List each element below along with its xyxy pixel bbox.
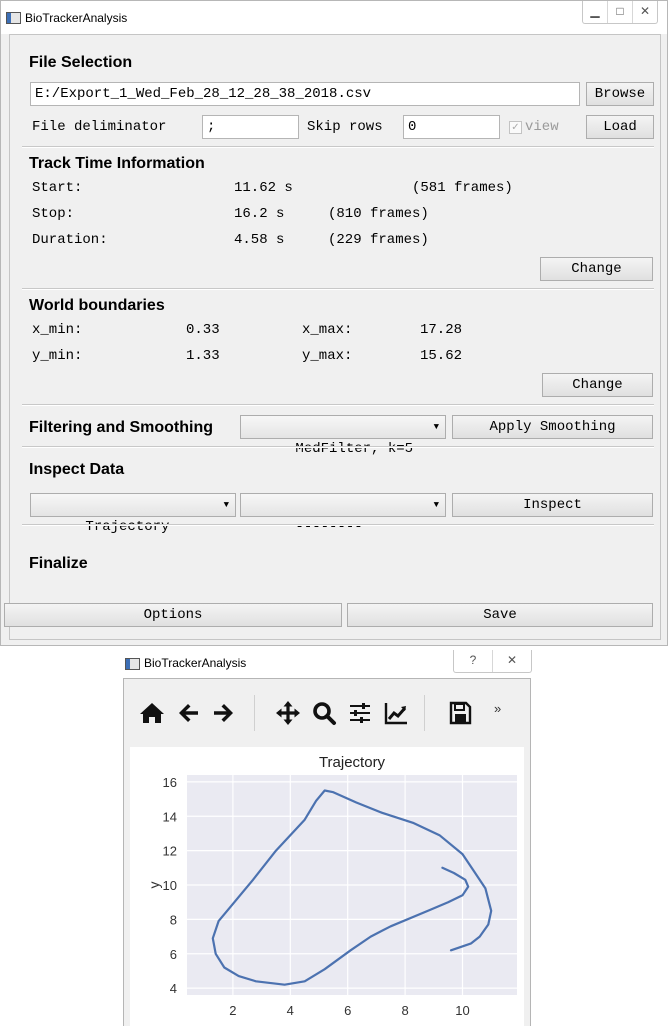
file-path-input[interactable]: E:/Export_1_Wed_Feb_28_12_28_38_2018.csv (30, 82, 580, 106)
duration-label: Duration: (32, 232, 108, 248)
divider (22, 446, 654, 448)
stop-frames: (810 frames) (328, 206, 429, 222)
maximize-icon[interactable]: □ (607, 1, 632, 23)
x-tick-label: 6 (344, 1003, 351, 1018)
start-value: 11.62 s (234, 180, 293, 196)
main-window: BioTrackerAnalysis ▁ □ ✕ File Selection … (0, 0, 668, 646)
x-tick-label: 4 (287, 1003, 294, 1018)
toolbar-separator (424, 695, 425, 731)
forward-icon[interactable] (210, 699, 238, 727)
options-button[interactable]: Options (4, 603, 342, 627)
view-checkbox[interactable]: ✓ (509, 121, 522, 134)
subplots-icon[interactable] (346, 699, 374, 727)
plot-client: » 2 4 6 8 10 4 6 8 10 12 14 16 Trajectory y (123, 678, 531, 1027)
world-boundaries-change-button[interactable]: Change (542, 373, 653, 397)
y-max-value: 15.62 (420, 348, 463, 364)
minimize-icon[interactable]: ▁ (583, 1, 607, 23)
chevron-down-icon: ▼ (223, 500, 229, 510)
y-tick-label: 4 (170, 981, 177, 996)
plot-window: BioTrackerAnalysis ? ✕ » 2 4 6 8 10 4 6 … (120, 650, 532, 1027)
load-button[interactable]: Load (586, 115, 654, 139)
y-tick-label: 16 (163, 775, 177, 790)
y-min-value: 1.33 (186, 348, 220, 364)
save-icon[interactable] (446, 699, 474, 727)
track-time-change-button[interactable]: Change (540, 257, 653, 281)
main-panel: File Selection E:/Export_1_Wed_Feb_28_12… (4, 34, 661, 640)
view-label: view (525, 119, 559, 135)
y-tick-label: 12 (163, 844, 177, 859)
home-icon[interactable] (138, 699, 166, 727)
back-icon[interactable] (174, 699, 202, 727)
duration-frames: (229 frames) (328, 232, 429, 248)
app-icon (6, 12, 21, 24)
secondary-select-value: -------- (295, 519, 363, 535)
apply-smoothing-button[interactable]: Apply Smoothing (452, 415, 653, 439)
app-icon (125, 658, 140, 670)
help-icon[interactable]: ? (454, 650, 492, 672)
start-frames: (581 frames) (412, 180, 513, 196)
x-tick-label: 10 (455, 1003, 469, 1018)
chevron-down-icon: ▼ (433, 422, 439, 432)
delimiter-input[interactable]: ; (202, 115, 299, 139)
track-time-heading: Track Time Information (29, 155, 205, 172)
x-max-label: x_max: (302, 322, 353, 338)
title-bar: BioTrackerAnalysis ▁ □ ✕ (1, 1, 667, 34)
trajectory-chart: 2 4 6 8 10 4 6 8 10 12 14 16 Trajectory y (146, 754, 517, 1018)
caption-buttons: ▁ □ ✕ (582, 1, 658, 24)
edit-curves-icon[interactable] (382, 699, 410, 727)
x-tick-label: 8 (401, 1003, 408, 1018)
x-max-value: 17.28 (420, 322, 463, 338)
y-axis-label: y (146, 882, 162, 889)
close-icon[interactable]: ✕ (632, 1, 657, 23)
x-min-label: x_min: (32, 322, 83, 338)
x-min-value: 0.33 (186, 322, 220, 338)
skip-rows-input[interactable]: 0 (403, 115, 500, 139)
inspect-heading: Inspect Data (29, 461, 125, 478)
plot-window-title: BioTrackerAnalysis (144, 656, 247, 670)
chart-title: Trajectory (319, 754, 386, 771)
filtering-heading: Filtering and Smoothing (29, 419, 213, 436)
plot-canvas[interactable]: 2 4 6 8 10 4 6 8 10 12 14 16 Trajectory y (130, 747, 524, 1027)
skip-rows-label: Skip rows (307, 119, 383, 135)
y-tick-label: 10 (163, 878, 177, 893)
x-tick-label: 2 (229, 1003, 236, 1018)
toolbar-separator (254, 695, 255, 731)
pan-icon[interactable] (274, 699, 302, 727)
zoom-icon[interactable] (310, 699, 338, 727)
data-select-value: Trajectory (85, 519, 170, 535)
secondary-select[interactable]: -------- ▼ (240, 493, 446, 535)
divider (22, 146, 654, 148)
duration-value: 4.58 s (234, 232, 285, 248)
file-selection-heading: File Selection (29, 54, 133, 71)
data-select[interactable]: Trajectory ▼ (30, 493, 236, 535)
y-min-label: y_min: (32, 348, 83, 364)
y-tick-label: 6 (170, 947, 177, 962)
divider (22, 524, 654, 526)
world-boundaries-heading: World boundaries (29, 297, 165, 314)
window-title: BioTrackerAnalysis (25, 11, 128, 25)
plot-caption-buttons: ? ✕ (453, 650, 532, 673)
delimiter-label: File deliminator (32, 119, 167, 135)
stop-label: Stop: (32, 206, 75, 222)
filter-select-value: MedFilter, k=5 (295, 441, 414, 457)
filter-select[interactable]: MedFilter, k=5 ▼ (240, 415, 446, 457)
finalize-heading: Finalize (29, 555, 88, 572)
inspect-button[interactable]: Inspect (452, 493, 653, 517)
plot-title-bar: BioTrackerAnalysis ? ✕ (120, 650, 532, 678)
browse-button[interactable]: Browse (586, 82, 654, 106)
toolbar-overflow-icon[interactable]: » (494, 701, 501, 716)
y-tick-label: 8 (170, 912, 177, 927)
divider (22, 288, 654, 290)
close-icon[interactable]: ✕ (492, 650, 531, 672)
chevron-down-icon: ▼ (433, 500, 439, 510)
y-max-label: y_max: (302, 348, 353, 364)
stop-value: 16.2 s (234, 206, 285, 222)
start-label: Start: (32, 180, 83, 196)
save-button[interactable]: Save (347, 603, 653, 627)
y-tick-label: 14 (163, 809, 177, 824)
divider (22, 404, 654, 406)
